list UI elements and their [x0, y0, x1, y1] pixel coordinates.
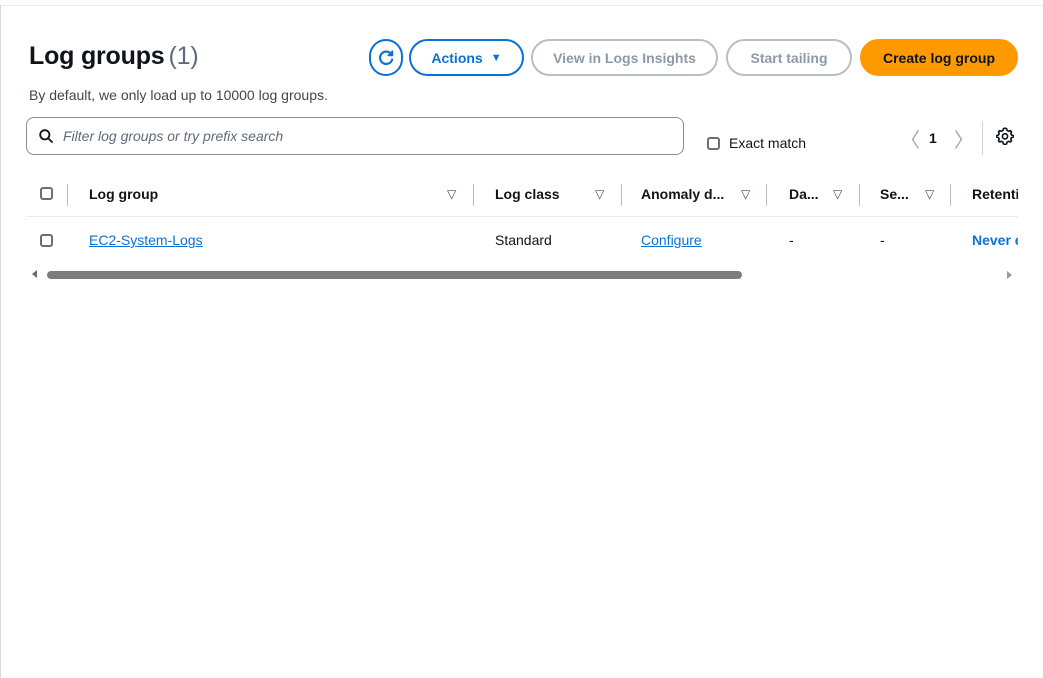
column-header-anomaly-detection[interactable]: Anomaly d...: [641, 183, 724, 205]
sensitive-data-cell: -: [880, 232, 885, 248]
sort-icon[interactable]: ▽: [925, 187, 934, 201]
column-divider: [473, 184, 474, 206]
horizontal-scrollbar[interactable]: [26, 268, 1018, 282]
retention-link[interactable]: Never e: [972, 232, 1018, 250]
refresh-icon: [378, 49, 394, 65]
scroll-right-arrow-icon[interactable]: [1007, 271, 1012, 279]
actions-dropdown-button[interactable]: Actions ▼: [409, 39, 524, 76]
create-log-group-button[interactable]: Create log group: [860, 39, 1018, 76]
exact-match-label: Exact match: [729, 135, 807, 151]
pagination-divider: [982, 121, 983, 155]
top-border: [0, 5, 1043, 6]
sort-icon[interactable]: ▽: [833, 187, 842, 201]
select-all-checkbox[interactable]: [40, 187, 53, 200]
search-icon: [39, 129, 53, 143]
left-border: [0, 5, 1, 678]
page-title-text: Log groups: [29, 42, 165, 70]
scrollbar-thumb[interactable]: [47, 271, 742, 279]
header-row-divider: [26, 216, 1018, 217]
search-box: [26, 117, 684, 155]
column-header-retention[interactable]: Retenti: [972, 183, 1018, 205]
exact-match-toggle[interactable]: Exact match: [707, 135, 806, 151]
caret-down-icon: ▼: [490, 51, 502, 64]
prev-page-button[interactable]: 〈: [900, 124, 920, 153]
exact-match-checkbox[interactable]: [707, 136, 720, 150]
page-title: Log groups (1): [29, 42, 199, 71]
column-divider: [621, 184, 622, 206]
column-header-log-group[interactable]: Log group: [89, 183, 158, 205]
column-header-log-class[interactable]: Log class: [495, 183, 560, 205]
column-divider: [67, 184, 68, 206]
refresh-button[interactable]: [369, 39, 403, 76]
column-header-data-protection[interactable]: Da...: [789, 183, 819, 205]
configure-anomaly-link[interactable]: Configure: [641, 232, 702, 250]
column-divider: [766, 184, 767, 206]
sort-icon[interactable]: ▽: [595, 187, 604, 201]
next-page-button[interactable]: 〉: [954, 124, 974, 153]
scroll-left-arrow-icon[interactable]: [32, 270, 37, 278]
page-description: By default, we only load up to 10000 log…: [29, 87, 328, 103]
column-header-sensitive-data[interactable]: Se...: [880, 183, 909, 205]
sort-icon[interactable]: ▽: [741, 187, 750, 201]
column-divider: [950, 184, 951, 206]
sort-icon[interactable]: ▽: [447, 187, 456, 201]
start-tailing-button[interactable]: Start tailing: [726, 39, 852, 76]
log-class-cell: Standard: [495, 232, 552, 248]
column-divider: [859, 184, 860, 206]
row-select-checkbox[interactable]: [40, 234, 53, 247]
gear-icon: [995, 127, 1015, 146]
data-protection-cell: -: [789, 232, 794, 248]
search-input[interactable]: [61, 127, 655, 145]
log-group-link[interactable]: EC2-System-Logs: [89, 232, 203, 250]
actions-label: Actions: [431, 49, 483, 66]
current-page-number[interactable]: 1: [929, 130, 937, 146]
view-in-logs-insights-button[interactable]: View in Logs Insights: [531, 39, 718, 76]
table-settings-button[interactable]: [995, 127, 1015, 150]
log-group-count: (1): [168, 42, 199, 70]
